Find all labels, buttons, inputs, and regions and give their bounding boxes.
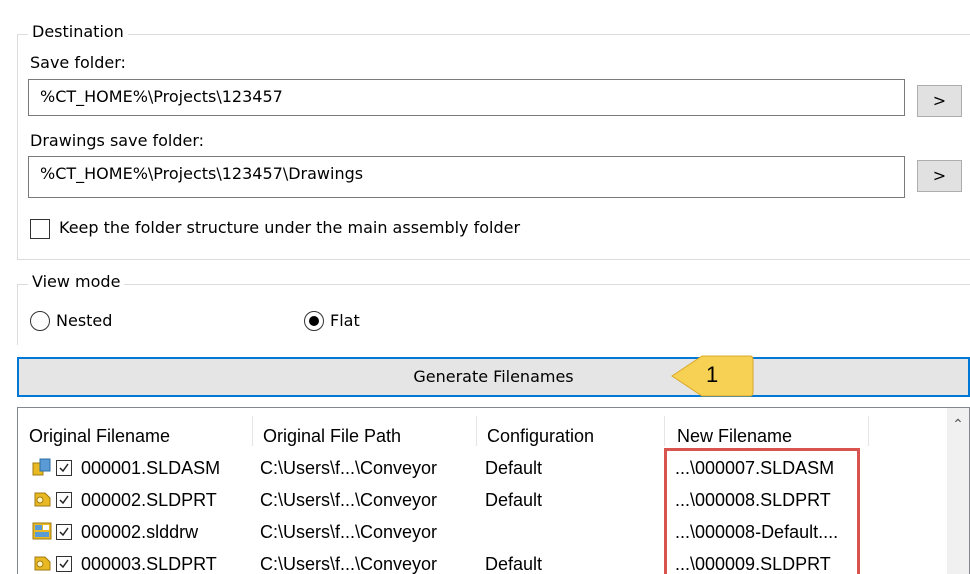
- original-filename: 000001.SLDASM: [81, 458, 221, 478]
- original-filename: 000003.SLDPRT: [81, 554, 217, 574]
- destination-title: Destination: [28, 22, 128, 41]
- new-filename-highlight: [664, 448, 860, 574]
- step-callout: 1: [670, 354, 754, 398]
- scroll-up-icon[interactable]: ⌃: [947, 416, 969, 438]
- drawings-folder-label: Drawings save folder:: [30, 131, 205, 150]
- flat-radio-label: Flat: [330, 311, 360, 330]
- original-file-path: C:\Users\f...\Conveyor: [260, 458, 438, 478]
- row-checkbox[interactable]: [56, 492, 72, 508]
- view-mode-title: View mode: [28, 272, 125, 291]
- save-folder-label: Save folder:: [30, 53, 126, 72]
- original-file-path: C:\Users\f...\Conveyor: [260, 490, 438, 510]
- column-divider[interactable]: [868, 416, 869, 446]
- drawing-icon: [32, 522, 52, 540]
- keep-structure-checkbox[interactable]: [30, 219, 50, 239]
- flat-radio[interactable]: [304, 311, 324, 331]
- column-header-original-filename[interactable]: Original Filename: [29, 426, 170, 447]
- nested-radio-label: Nested: [56, 311, 113, 330]
- drawings-folder-input[interactable]: %CT_HOME%\Projects\123457\Drawings: [28, 156, 905, 198]
- save-dialog-panel: Destination Save folder: %CT_HOME%\Proje…: [0, 0, 970, 574]
- drawings-folder-browse-button[interactable]: >: [917, 160, 962, 192]
- column-divider[interactable]: [252, 416, 253, 446]
- part-icon: [34, 556, 51, 571]
- column-header-configuration[interactable]: Configuration: [487, 426, 594, 447]
- configuration: Default: [485, 554, 543, 574]
- column-divider[interactable]: [476, 416, 477, 446]
- configuration: Default: [485, 458, 543, 478]
- save-folder-input[interactable]: %CT_HOME%\Projects\123457: [28, 79, 905, 116]
- part-icon: [34, 492, 51, 507]
- row-checkbox[interactable]: [56, 556, 72, 572]
- file-list[interactable]: Original Filename Original File Path Con…: [17, 407, 970, 574]
- row-checkbox[interactable]: [56, 460, 72, 476]
- nested-radio[interactable]: [30, 311, 50, 331]
- save-folder-browse-button[interactable]: >: [917, 85, 962, 117]
- original-filename: 000002.slddrw: [81, 522, 199, 542]
- callout-number: 1: [706, 362, 719, 387]
- original-file-path: C:\Users\f...\Conveyor: [260, 522, 438, 542]
- column-divider[interactable]: [664, 416, 665, 446]
- row-checkbox[interactable]: [56, 524, 72, 540]
- original-filename: 000002.SLDPRT: [81, 490, 217, 510]
- assembly-icon: [32, 458, 51, 476]
- original-file-path: C:\Users\f...\Conveyor: [260, 554, 438, 574]
- keep-structure-label: Keep the folder structure under the main…: [59, 218, 521, 237]
- vertical-scrollbar[interactable]: ⌃: [947, 408, 969, 574]
- view-mode-group: [17, 284, 970, 345]
- generate-filenames-button[interactable]: Generate Filenames: [17, 357, 970, 397]
- column-header-original-file-path[interactable]: Original File Path: [263, 426, 401, 447]
- configuration: Default: [485, 490, 543, 510]
- column-header-new-filename[interactable]: New Filename: [677, 426, 792, 447]
